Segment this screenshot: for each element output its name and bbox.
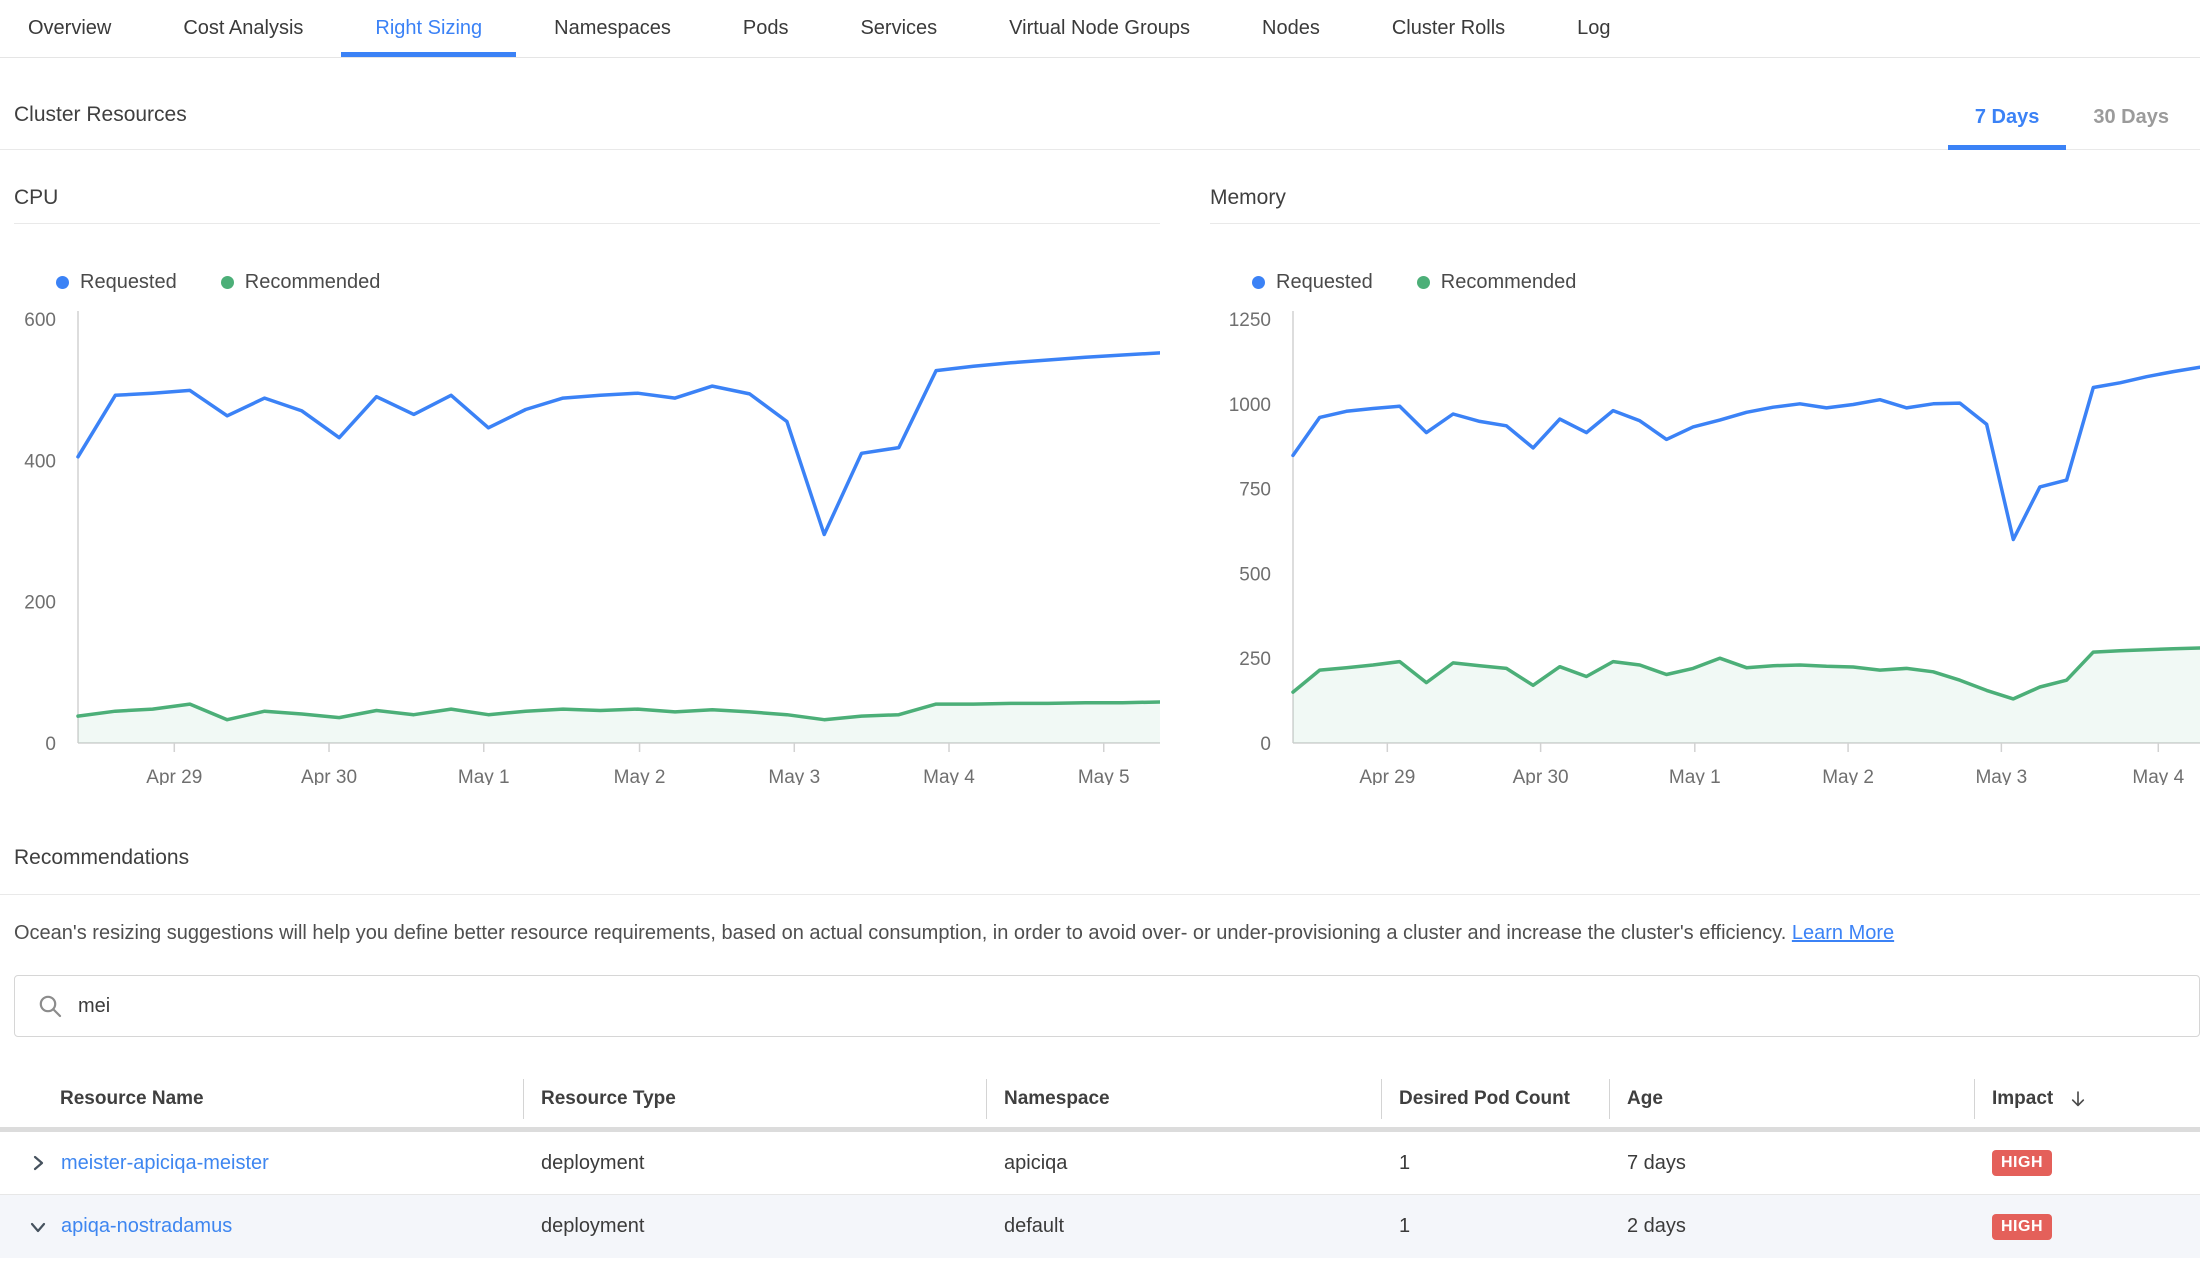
- svg-text:1250: 1250: [1229, 310, 1271, 331]
- column-header-impact-label: Impact: [1992, 1088, 2053, 1110]
- cpu-chart-title: CPU: [14, 186, 1160, 224]
- legend-label-recommended: Recommended: [1441, 271, 1577, 294]
- tab-services[interactable]: Services: [860, 0, 937, 57]
- age-cell: 2 days: [1609, 1215, 1974, 1238]
- memory-chart-title: Memory: [1210, 186, 2200, 224]
- svg-text:Apr 29: Apr 29: [1359, 767, 1415, 785]
- resource-type-cell: deployment: [523, 1152, 986, 1175]
- svg-text:Apr 30: Apr 30: [1513, 767, 1569, 785]
- recommendations-section: Recommendations Ocean's resizing suggest…: [0, 846, 2200, 1258]
- chevron-down-icon[interactable]: [28, 1217, 48, 1237]
- svg-text:May 2: May 2: [614, 767, 666, 785]
- column-header-resource-name[interactable]: Resource Name: [0, 1071, 523, 1127]
- svg-text:0: 0: [1260, 734, 1271, 755]
- cluster-resources-header: Cluster Resources 7 Days 30 Days: [0, 58, 2200, 150]
- svg-text:May 1: May 1: [1669, 767, 1721, 785]
- svg-text:400: 400: [24, 451, 56, 472]
- cpu-chart-svg: 0 200 400 600 Apr 29 Apr 30 May 1 May 2 May 3 May…: [14, 305, 1160, 785]
- cpu-chart-panel: CPU Requested Recommended 0 200 400 600 Apr …: [14, 186, 1160, 790]
- resource-name-link[interactable]: apiqa-nostradamus: [61, 1215, 232, 1238]
- tab-nodes[interactable]: Nodes: [1262, 0, 1320, 57]
- svg-text:200: 200: [24, 593, 56, 614]
- legend-label-requested: Requested: [1276, 271, 1373, 294]
- sort-descending-icon[interactable]: [2067, 1088, 2089, 1110]
- svg-text:May 4: May 4: [2132, 767, 2184, 785]
- svg-text:May 3: May 3: [768, 767, 820, 785]
- column-header-impact[interactable]: Impact: [1974, 1071, 2200, 1127]
- recommendations-description-text: Ocean's resizing suggestions will help y…: [14, 922, 1786, 944]
- charts-row: CPU Requested Recommended 0 200 400 600 Apr …: [0, 186, 2200, 790]
- recommendations-table: Resource Name Resource Type Namespace De…: [0, 1071, 2200, 1258]
- memory-line-chart: 0 250 500 750 1000 1250 Apr 29 Apr 30 May 1 May 2…: [1210, 305, 2200, 790]
- tab-pods[interactable]: Pods: [743, 0, 789, 57]
- top-tab-bar: Overview Cost Analysis Right Sizing Name…: [0, 0, 2200, 58]
- memory-chart-svg: 0 250 500 750 1000 1250 Apr 29 Apr 30 May 1 May 2…: [1210, 305, 2200, 785]
- time-range-toggle: 7 Days 30 Days: [1948, 106, 2196, 149]
- column-header-age[interactable]: Age: [1609, 1071, 1974, 1127]
- resource-name-link[interactable]: meister-apiciqa-meister: [61, 1152, 269, 1175]
- chevron-right-icon[interactable]: [28, 1153, 48, 1173]
- svg-text:600: 600: [24, 310, 56, 331]
- legend-item-requested: Requested: [56, 271, 177, 294]
- memory-chart-panel: Memory Requested Recommended 0 250 500 750 1…: [1210, 186, 2200, 790]
- namespace-cell: apiciqa: [986, 1152, 1381, 1175]
- table-row[interactable]: apiqa-nostradamus deployment default 1 2…: [0, 1195, 2200, 1258]
- legend-item-recommended: Recommended: [1417, 271, 1577, 294]
- svg-text:1000: 1000: [1229, 395, 1271, 416]
- legend-item-recommended: Recommended: [221, 271, 381, 294]
- tab-cluster-rolls[interactable]: Cluster Rolls: [1392, 0, 1505, 57]
- recommended-dot-icon: [221, 276, 234, 289]
- svg-text:May 4: May 4: [923, 767, 975, 785]
- cpu-line-chart: 0 200 400 600 Apr 29 Apr 30 May 1 May 2 May 3 May…: [14, 305, 1160, 790]
- desired-pod-count-cell: 1: [1381, 1215, 1609, 1238]
- resource-search-box[interactable]: [14, 975, 2200, 1037]
- svg-text:Apr 29: Apr 29: [146, 767, 202, 785]
- learn-more-link[interactable]: Learn More: [1792, 922, 1894, 944]
- tab-virtual-node-groups[interactable]: Virtual Node Groups: [1009, 0, 1190, 57]
- svg-text:Apr 30: Apr 30: [301, 767, 357, 785]
- table-row[interactable]: meister-apiciqa-meister deployment apici…: [0, 1132, 2200, 1195]
- range-tab-7-days[interactable]: 7 Days: [1948, 106, 2067, 149]
- svg-text:0: 0: [45, 734, 56, 755]
- range-tab-30-days[interactable]: 30 Days: [2066, 106, 2196, 149]
- legend-item-requested: Requested: [1252, 271, 1373, 294]
- age-cell: 7 days: [1609, 1152, 1974, 1175]
- section-title-recommendations: Recommendations: [0, 846, 2200, 895]
- table-header-row: Resource Name Resource Type Namespace De…: [0, 1071, 2200, 1127]
- svg-text:May 1: May 1: [458, 767, 510, 785]
- svg-text:May 2: May 2: [1822, 767, 1874, 785]
- column-header-resource-type[interactable]: Resource Type: [523, 1071, 986, 1127]
- impact-badge-high: HIGH: [1992, 1214, 2052, 1240]
- search-icon: [37, 993, 63, 1019]
- svg-text:May 5: May 5: [1078, 767, 1130, 785]
- section-title-cluster-resources: Cluster Resources: [14, 103, 187, 127]
- svg-text:750: 750: [1239, 480, 1271, 501]
- tab-cost-analysis[interactable]: Cost Analysis: [183, 0, 303, 57]
- memory-chart-legend: Requested Recommended: [1252, 270, 2200, 295]
- column-header-namespace[interactable]: Namespace: [986, 1071, 1381, 1127]
- tab-log[interactable]: Log: [1577, 0, 1610, 57]
- recommended-dot-icon: [1417, 276, 1430, 289]
- cpu-chart-legend: Requested Recommended: [56, 270, 1160, 295]
- namespace-cell: default: [986, 1215, 1381, 1238]
- tab-right-sizing[interactable]: Right Sizing: [375, 0, 482, 57]
- legend-label-recommended: Recommended: [245, 271, 381, 294]
- tab-overview[interactable]: Overview: [28, 0, 111, 57]
- svg-text:500: 500: [1239, 564, 1271, 585]
- tab-namespaces[interactable]: Namespaces: [554, 0, 671, 57]
- recommendations-description: Ocean's resizing suggestions will help y…: [0, 922, 2200, 945]
- svg-text:May 3: May 3: [1975, 767, 2027, 785]
- desired-pod-count-cell: 1: [1381, 1152, 1609, 1175]
- svg-text:250: 250: [1239, 649, 1271, 670]
- search-input[interactable]: [78, 995, 2199, 1018]
- column-header-desired-pod-count[interactable]: Desired Pod Count: [1381, 1071, 1609, 1127]
- requested-dot-icon: [56, 276, 69, 289]
- resource-type-cell: deployment: [523, 1215, 986, 1238]
- requested-dot-icon: [1252, 276, 1265, 289]
- legend-label-requested: Requested: [80, 271, 177, 294]
- impact-badge-high: HIGH: [1992, 1150, 2052, 1176]
